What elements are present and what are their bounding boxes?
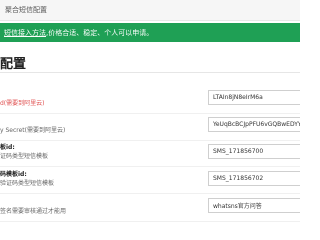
top-bar: 聚合短信配置 [0,0,300,21]
appkey-input[interactable] [208,90,300,105]
row-divider [0,221,300,222]
template-pwd-label: 码模板id: [0,171,27,178]
sign-desc: 签名需要审核通过才能用 [0,208,67,215]
page-title: 配置 [0,57,27,72]
breadcrumb: 聚合短信配置 [5,6,47,14]
secret-label: y Secret(需要到阿里云) [0,127,66,134]
notice-banner: 短信接入方法,价格合适、稳定、个人可以申请。 [0,23,300,42]
row-divider [0,140,300,141]
template-reg-input[interactable] [208,144,300,159]
template-pwd-input[interactable] [208,171,300,186]
row-divider [0,193,300,194]
template-reg-desc: 证码类型短信模板 [0,153,49,160]
sign-input[interactable] [208,198,300,213]
row-divider [0,166,300,167]
notice-rest-text: ,价格合适、稳定、个人可以申请。 [46,29,154,37]
row-divider [0,113,300,114]
notice-text: 短信接入方法,价格合适、稳定、个人可以申请。 [4,28,153,38]
appkey-hint: d(需要到阿里云) [0,100,45,107]
sms-guide-link[interactable]: 短信接入方法 [4,29,46,37]
template-pwd-desc: 验证码类型短信模板 [0,180,55,187]
secret-input[interactable] [208,117,300,132]
title-divider [0,72,300,73]
template-reg-label: 板id: [0,144,15,151]
